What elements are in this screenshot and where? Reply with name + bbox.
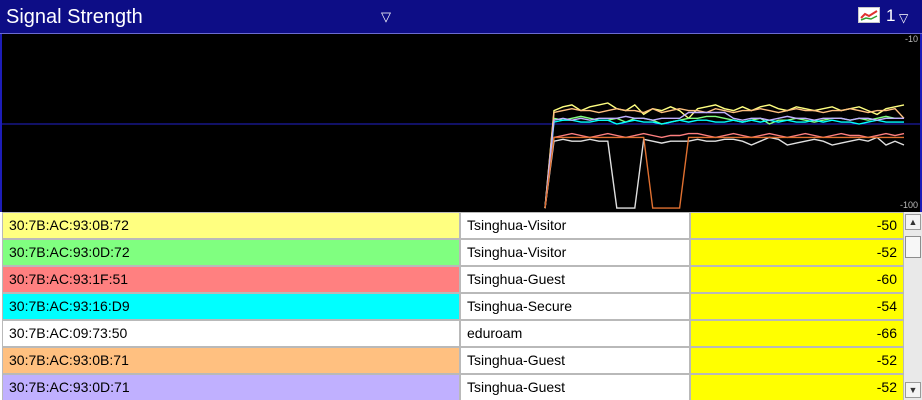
y-axis-tick-bottom: -100 xyxy=(899,200,918,210)
series-count[interactable]: 1 xyxy=(886,5,895,27)
table-row[interactable]: 30:7B:AC:93:0D:72 Tsinghua-Visitor -52 xyxy=(0,239,904,266)
mac-address-cell: 30:7B:AC:93:0B:71 xyxy=(2,347,460,374)
mac-address-cell: 30:7B:AC:93:0D:72 xyxy=(2,239,460,266)
signal-chart-plot xyxy=(2,102,920,209)
series-line-2 xyxy=(544,132,905,209)
rssi-cell: -66 xyxy=(690,320,904,347)
series-line-6 xyxy=(544,111,904,209)
series-dropdown-icon[interactable]: ▽ xyxy=(899,11,908,25)
ssid-cell: Tsinghua-Guest xyxy=(460,374,690,400)
ssid-cell: Tsinghua-Visitor xyxy=(460,239,690,266)
line-chart-icon[interactable] xyxy=(858,7,880,23)
ssid-cell: Tsinghua-Visitor xyxy=(460,212,690,239)
title-dropdown-icon[interactable]: ▽ xyxy=(381,9,391,25)
rssi-cell: -52 xyxy=(690,347,904,374)
series-line-3 xyxy=(544,119,904,209)
ssid-cell: Tsinghua-Guest xyxy=(460,266,690,293)
mac-address-cell: 30:7B:AC:93:0D:71 xyxy=(2,374,460,400)
table-row[interactable]: 30:7B:AC:93:16:D9 Tsinghua-Secure -54 xyxy=(0,293,904,320)
access-point-table: 30:7B:AC:93:0B:72 Tsinghua-Visitor -50 3… xyxy=(0,212,904,400)
rssi-cell: -52 xyxy=(690,374,904,400)
rssi-cell: -52 xyxy=(690,239,904,266)
signal-chart: -10 -100 xyxy=(0,34,922,212)
series-line-4 xyxy=(544,136,905,209)
y-axis-tick-top: -10 xyxy=(904,34,918,44)
mac-address-cell: 30:7B:AC:93:0B:72 xyxy=(2,212,460,239)
table-row[interactable]: 30:7B:AC:93:0D:71 Tsinghua-Guest -52 xyxy=(0,374,904,400)
mac-address-cell: 30:7B:AC:93:1F:51 xyxy=(2,266,460,293)
scroll-down-icon[interactable]: ▼ xyxy=(905,382,921,398)
series-line-7 xyxy=(544,136,904,209)
table-row[interactable]: 30:7B:AC:93:0B:72 Tsinghua-Visitor -50 xyxy=(0,212,904,239)
rssi-cell: -50 xyxy=(690,212,904,239)
mac-address-cell: 30:7B:AC:93:16:D9 xyxy=(2,293,460,320)
mac-address-cell: 30:7B:AC:09:73:50 xyxy=(2,320,460,347)
window-title: Signal Strength xyxy=(6,6,143,28)
table-row[interactable]: 30:7B:AC:93:1F:51 Tsinghua-Guest -60 xyxy=(0,266,904,293)
rssi-cell: -60 xyxy=(690,266,904,293)
table-row[interactable]: 30:7B:AC:93:0B:71 Tsinghua-Guest -52 xyxy=(0,347,904,374)
signal-strength-window: Signal Strength ▽ 1 ▽ -10 -100 30:7B:AC:… xyxy=(0,0,922,400)
series-line-1 xyxy=(544,115,904,209)
scroll-up-icon[interactable]: ▲ xyxy=(905,214,921,230)
table-scrollbar[interactable]: ▲ ▼ xyxy=(904,212,922,400)
scrollbar-thumb[interactable] xyxy=(905,236,921,258)
title-bar: Signal Strength ▽ 1 ▽ xyxy=(0,0,922,34)
ssid-cell: eduroam xyxy=(460,320,690,347)
table-row[interactable]: 30:7B:AC:09:73:50 eduroam -66 xyxy=(0,320,904,347)
ssid-cell: Tsinghua-Guest xyxy=(460,347,690,374)
ssid-cell: Tsinghua-Secure xyxy=(460,293,690,320)
rssi-cell: -54 xyxy=(690,293,904,320)
